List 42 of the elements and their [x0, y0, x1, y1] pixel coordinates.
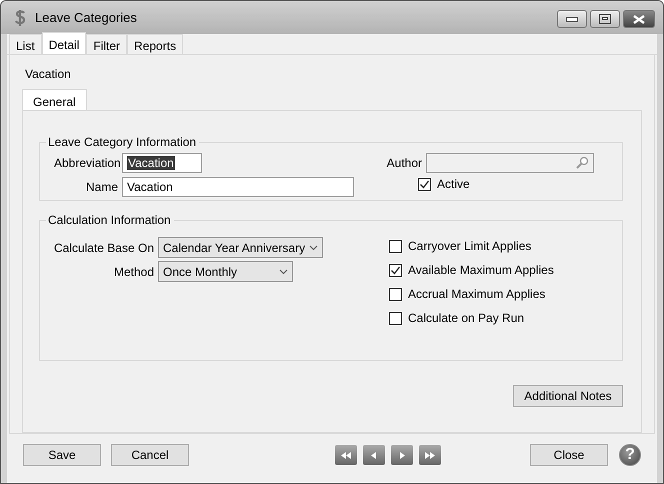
minimize-button[interactable]: [557, 10, 587, 28]
checkbox-label: Active: [437, 177, 470, 191]
dropdown[interactable]: Calendar Year Anniversary: [158, 237, 323, 258]
checkbox[interactable]: [389, 240, 402, 252]
checkbox[interactable]: [389, 288, 402, 300]
maximize-icon: [599, 14, 611, 24]
record-title: Vacation: [25, 67, 72, 81]
field-label: Calculate Base On: [52, 240, 154, 254]
close-button[interactable]: [623, 10, 655, 28]
checkbox-label: Accrual Maximum Applies: [408, 287, 546, 301]
window-title: Leave Categories: [35, 10, 138, 25]
dropdown[interactable]: Once Monthly: [158, 261, 293, 282]
footer-button[interactable]: Cancel: [111, 444, 189, 466]
field-label: Abbreviation: [54, 156, 118, 170]
abbreviation-field[interactable]: Vacation: [122, 153, 202, 173]
additional-notes-button[interactable]: Additional Notes: [513, 385, 623, 407]
field-label: Author: [386, 156, 422, 170]
checkbox-label: Available Maximum Applies: [408, 263, 554, 277]
field-label: Method: [112, 264, 154, 278]
checkbox[interactable]: [418, 178, 431, 190]
field-label: Name: [84, 180, 118, 194]
tab[interactable]: Filter: [86, 34, 128, 54]
tab[interactable]: General: [22, 89, 87, 110]
search-icon: [575, 156, 589, 170]
group-title: Leave Category Information: [47, 135, 198, 149]
footer-button[interactable]: Save: [23, 444, 101, 466]
help-button[interactable]: ?: [619, 444, 641, 466]
checkbox[interactable]: [389, 264, 402, 276]
tab[interactable]: Reports: [127, 34, 184, 54]
close-dialog-button[interactable]: Close: [530, 444, 608, 466]
minimize-icon: [566, 16, 578, 22]
checkbox[interactable]: [389, 312, 402, 324]
tab[interactable]: List: [9, 34, 42, 54]
group-title: Calculation Information: [47, 213, 172, 227]
maximize-button[interactable]: [590, 10, 620, 28]
close-icon: [633, 14, 645, 24]
checkbox-label: Calculate on Pay Run: [408, 311, 524, 325]
name-field[interactable]: Vacation: [122, 177, 354, 197]
dollar-icon: [13, 8, 27, 28]
checkbox-label: Carryover Limit Applies: [408, 239, 532, 253]
tab[interactable]: Detail: [42, 32, 86, 54]
author-field[interactable]: [426, 153, 594, 173]
